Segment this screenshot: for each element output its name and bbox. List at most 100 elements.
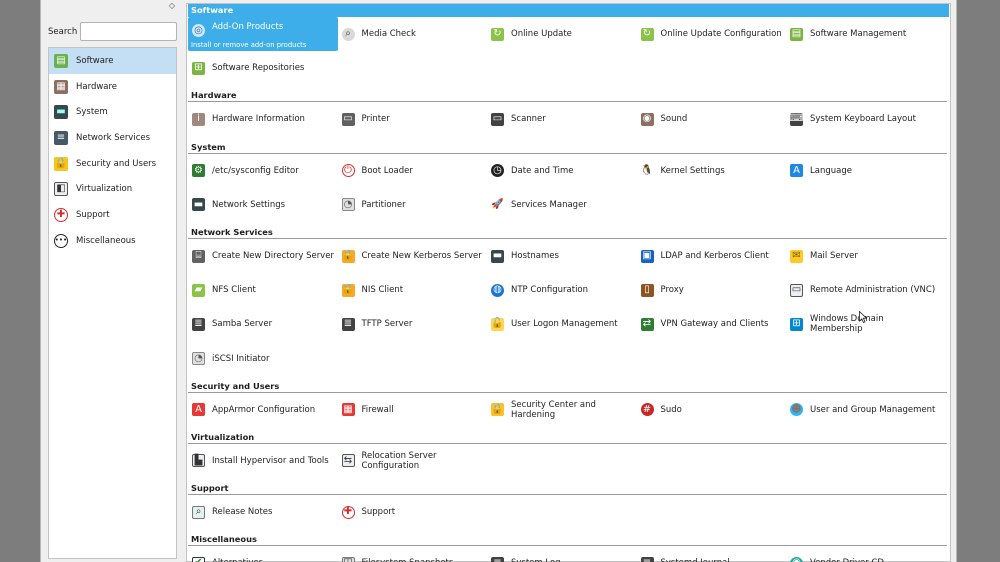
module-software-management[interactable]: ▤ Software Management: [786, 17, 936, 51]
media-check-icon: ⌕: [340, 26, 357, 43]
module-samba-server[interactable]: ≣ Samba Server: [188, 307, 338, 341]
module-security-center-and-hardening[interactable]: 🔒 Security Center and Hardening: [487, 393, 637, 427]
search-input[interactable]: [80, 22, 177, 41]
module-label: Release Notes: [212, 507, 273, 518]
hardware-icon: ▦: [52, 78, 70, 96]
mail-icon: ✉: [788, 248, 805, 265]
module-label: LDAP and Kerberos Client: [660, 251, 769, 262]
module-online-update-configuration[interactable]: ↻ Online Update Configuration: [637, 17, 787, 51]
module-relocation-server-configuration[interactable]: ⇆ Relocation Server Configuration: [338, 444, 488, 478]
release-notes-icon: ⌕: [190, 504, 207, 521]
module-grid: ⌕ Release Notes ✚ Support: [187, 495, 950, 529]
module-date-and-time[interactable]: ◷ Date and Time: [487, 154, 637, 188]
module-label: NFS Client: [212, 285, 256, 296]
module-alternatives[interactable]: ✔ Alternatives: [188, 546, 338, 562]
section-heading: Security and Users: [188, 380, 947, 393]
module-user-and-group-management[interactable]: ☻ User and Group Management: [786, 393, 936, 427]
module-support[interactable]: ✚ Support: [338, 495, 488, 529]
firewall-icon: ▦: [341, 403, 355, 417]
module-sudo[interactable]: # Sudo: [637, 393, 787, 427]
nis-lock-icon: 🔒: [341, 283, 355, 297]
module-system-log[interactable]: ≡ System Log: [487, 546, 637, 562]
module-partitioner[interactable]: ◔ Partitioner: [338, 188, 488, 222]
module-label: Software Repositories: [212, 63, 305, 74]
scanner-icon: ▭: [491, 112, 504, 126]
module-ldap-and-kerberos-client[interactable]: ▣ LDAP and Kerberos Client: [637, 239, 787, 273]
module-install-hypervisor-and-tools[interactable]: ▙ Install Hypervisor and Tools: [188, 444, 338, 478]
module-label: Online Update: [511, 29, 572, 40]
sidebar-item-network-services[interactable]: ≡ Network Services: [49, 125, 176, 151]
module-label: TFTP Server: [361, 319, 413, 330]
module-scanner[interactable]: ▭ Scanner: [487, 102, 637, 136]
module-etc-sysconfig-editor[interactable]: ⚙ /etc/sysconfig Editor: [188, 154, 338, 188]
security-lock-icon: 🔒: [491, 403, 504, 417]
section-heading: Network Services: [188, 226, 947, 239]
module-grid: ▙ Install Hypervisor and Tools ⇆ Relocation…: [187, 444, 950, 478]
module-firewall[interactable]: ▦ Firewall: [338, 393, 488, 427]
nfs-folder-icon: ▰: [190, 282, 207, 299]
module-vpn-gateway-and-clients[interactable]: ⇄ VPN Gateway and Clients: [637, 307, 787, 341]
module-label: System Log: [511, 558, 561, 562]
module-mail-server[interactable]: ✉ Mail Server: [786, 239, 936, 273]
module-online-update[interactable]: ↻ Online Update: [487, 17, 637, 51]
pin-icon[interactable]: ◇: [168, 2, 176, 10]
module-proxy[interactable]: ▯ Proxy: [637, 273, 787, 307]
module-network-settings[interactable]: ▬ Network Settings: [188, 188, 338, 222]
module-filesystem-snapshots[interactable]: ◫ Filesystem Snapshots: [338, 546, 488, 562]
sidebar-item-label: Software: [76, 55, 114, 66]
sidebar-item-software[interactable]: ▤ Software: [49, 48, 176, 74]
module-label: Kernel Settings: [660, 165, 725, 176]
module-nfs-client[interactable]: ▰ NFS Client: [188, 273, 338, 307]
module-create-new-kerberos-server[interactable]: 🔒 Create New Kerberos Server: [338, 239, 488, 273]
network-services-icon: ≡: [52, 129, 70, 147]
section-heading: Software: [188, 4, 949, 17]
hardware-info-icon: i: [190, 111, 207, 128]
ldap-client-icon: ▣: [640, 249, 654, 263]
module-label: Relocation Server Configuration: [361, 450, 437, 471]
module-add-on-products[interactable]: ◎ Add-On Products Install or remove add-on…: [188, 17, 338, 52]
module-system-keyboard-layout[interactable]: ⌨ System Keyboard Layout: [786, 102, 936, 136]
module-boot-loader[interactable]: ⏻ Boot Loader: [338, 154, 488, 188]
module-tftp-server[interactable]: ≣ TFTP Server: [338, 307, 488, 341]
module-release-notes[interactable]: ⌕ Release Notes: [188, 495, 338, 529]
module-sound[interactable]: ◉ Sound: [637, 102, 787, 136]
module-nis-client[interactable]: 🔒 NIS Client: [338, 273, 488, 307]
module-language[interactable]: A Language: [786, 154, 936, 188]
module-label: Systemd Journal: [661, 558, 730, 562]
module-label: Alternatives: [212, 558, 263, 562]
module-label: Create New Kerberos Server: [361, 251, 482, 262]
sidebar-item-system[interactable]: ▬ System: [49, 99, 176, 125]
module-kernel-settings[interactable]: 🐧 Kernel Settings: [637, 154, 787, 188]
remote-admin-icon: ▭: [790, 283, 803, 297]
module-apparmor-configuration[interactable]: A AppArmor Configuration: [188, 393, 338, 427]
module-label: Create New Directory Server: [212, 251, 334, 262]
module-hardware-information[interactable]: i Hardware Information: [188, 102, 338, 136]
module-ntp-configuration[interactable]: ◍ NTP Configuration: [487, 273, 637, 307]
module-hostnames[interactable]: ▬ Hostnames: [487, 239, 637, 273]
sidebar-item-virtualization[interactable]: ◧ Virtualization: [49, 176, 176, 202]
hostnames-icon: ▬: [491, 249, 504, 263]
relocation-server-icon: ⇆: [340, 452, 357, 469]
module-systemd-journal[interactable]: ≡ Systemd Journal: [637, 546, 787, 562]
apparmor-icon: A: [190, 401, 207, 418]
module-label: Network Settings: [212, 199, 286, 210]
sidebar-item-security-and-users[interactable]: 🔒 Security and Users: [49, 151, 176, 177]
module-label: Printer: [361, 114, 390, 125]
module-iscsi-initiator[interactable]: ◔ iSCSI Initiator: [188, 342, 338, 376]
module-user-logon-management[interactable]: 🔓 User Logon Management: [487, 307, 637, 341]
section-heading: Virtualization: [188, 431, 947, 444]
module-vendor-driver-cd[interactable]: ◉ Vendor Driver CD: [786, 546, 936, 562]
sidebar-item-hardware[interactable]: ▦ Hardware: [49, 74, 176, 100]
system-log-icon: ≡: [489, 555, 506, 562]
sidebar-item-support[interactable]: ✚ Support: [49, 202, 176, 228]
module-services-manager[interactable]: 🚀 Services Manager: [487, 188, 637, 222]
module-remote-administration-vnc[interactable]: ▭ Remote Administration (VNC): [786, 273, 936, 307]
search-label: Search: [48, 27, 78, 37]
module-label: Proxy: [660, 285, 684, 296]
module-media-check[interactable]: ⌕ Media Check: [338, 17, 488, 51]
sidebar-item-miscellaneous[interactable]: ••• Miscellaneous: [49, 228, 176, 254]
module-create-new-directory-server[interactable]: ⌸ Create New Directory Server: [188, 239, 338, 273]
module-description: Install or remove add-on products: [191, 41, 307, 50]
module-printer[interactable]: ▭ Printer: [338, 102, 488, 136]
module-software-repositories[interactable]: ⊞ Software Repositories: [188, 51, 338, 85]
